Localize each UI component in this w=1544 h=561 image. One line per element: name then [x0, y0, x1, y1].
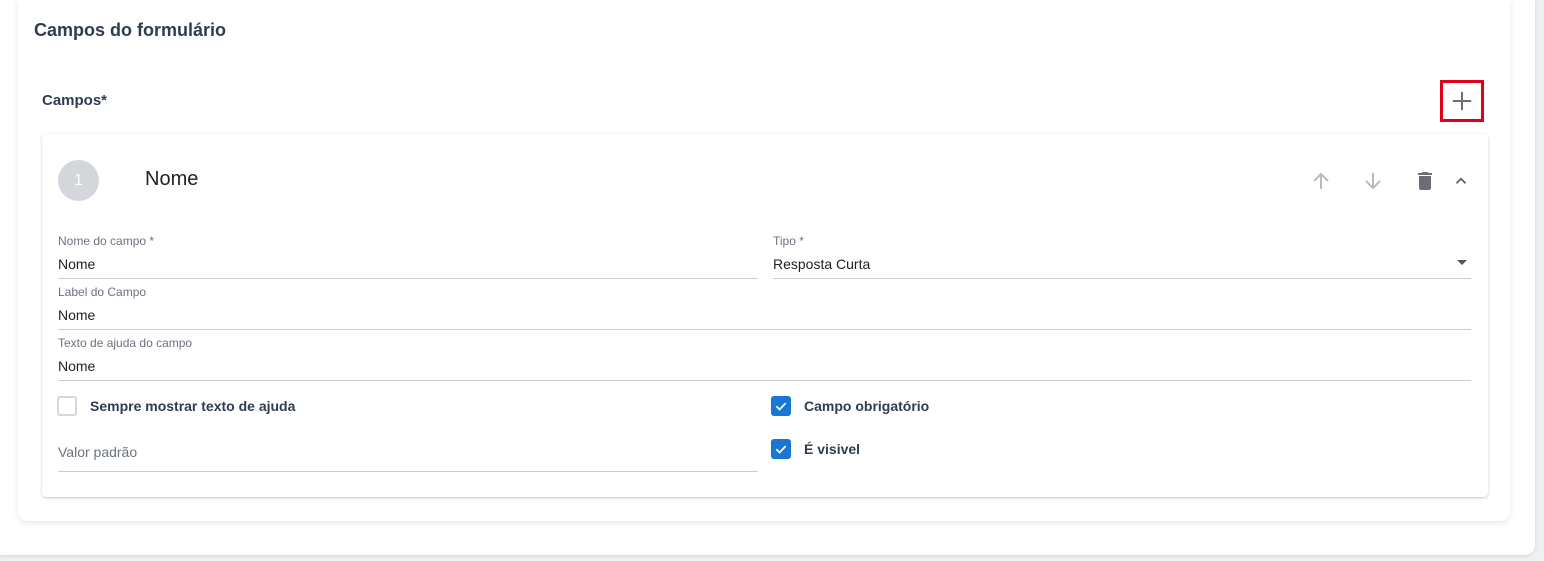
chevron-up-icon: [1455, 177, 1467, 184]
visible-label: É visivel: [804, 441, 861, 457]
delete-field-button[interactable]: [1410, 166, 1440, 196]
help-text-value[interactable]: Nome: [58, 358, 1471, 381]
field-name-input[interactable]: Nome do campo * Nome: [58, 234, 758, 279]
always-show-help-checkbox[interactable]: Sempre mostrar texto de ajuda: [57, 396, 295, 416]
help-text-label: Texto de ajuda do campo: [58, 336, 193, 350]
dropdown-arrow-icon[interactable]: [1457, 260, 1467, 265]
field-name-value[interactable]: Nome: [58, 256, 758, 279]
required-field-checkbox[interactable]: Campo obrigatório: [771, 396, 929, 416]
field-label-input[interactable]: Label do Campo Nome: [58, 285, 1471, 330]
help-text-input[interactable]: Texto de ajuda do campo Nome: [58, 336, 1471, 381]
check-icon: [775, 445, 787, 454]
plus-icon: [1452, 91, 1472, 111]
arrow-down-icon: [1365, 173, 1381, 190]
fields-label: Campos*: [42, 92, 108, 109]
field-type-value[interactable]: Resposta Curta: [773, 256, 1471, 279]
field-label-value[interactable]: Nome: [58, 307, 1471, 330]
checkbox-checked[interactable]: [771, 439, 791, 459]
check-icon: [775, 402, 787, 411]
move-up-button[interactable]: [1306, 166, 1336, 196]
trash-icon: [1418, 172, 1432, 190]
required-field-label: Campo obrigatório: [804, 398, 930, 414]
arrow-up-icon: [1313, 172, 1329, 189]
field-item-card: 1 Nome Nome do campo * Nome Tipo * Respo…: [42, 134, 1488, 497]
field-type-select[interactable]: Tipo * Resposta Curta: [773, 234, 1471, 279]
always-show-help-label: Sempre mostrar texto de ajuda: [90, 398, 296, 414]
default-value-placeholder[interactable]: Valor padrão: [58, 444, 758, 472]
field-item-title: Nome: [145, 168, 199, 190]
field-type-label: Tipo *: [773, 234, 804, 248]
field-label-label: Label do Campo: [58, 285, 147, 299]
collapse-field-button[interactable]: [1446, 166, 1476, 196]
visible-checkbox[interactable]: É visivel: [771, 439, 860, 459]
default-value-input[interactable]: Valor padrão: [58, 444, 758, 472]
move-down-button[interactable]: [1358, 166, 1388, 196]
checkbox-checked[interactable]: [771, 396, 791, 416]
section-title: Campos do formulário: [34, 20, 227, 40]
checkbox-unchecked[interactable]: [57, 396, 77, 416]
field-name-label: Nome do campo *: [58, 234, 155, 248]
field-index-badge: 1: [58, 160, 99, 201]
add-field-button[interactable]: [1440, 80, 1484, 122]
